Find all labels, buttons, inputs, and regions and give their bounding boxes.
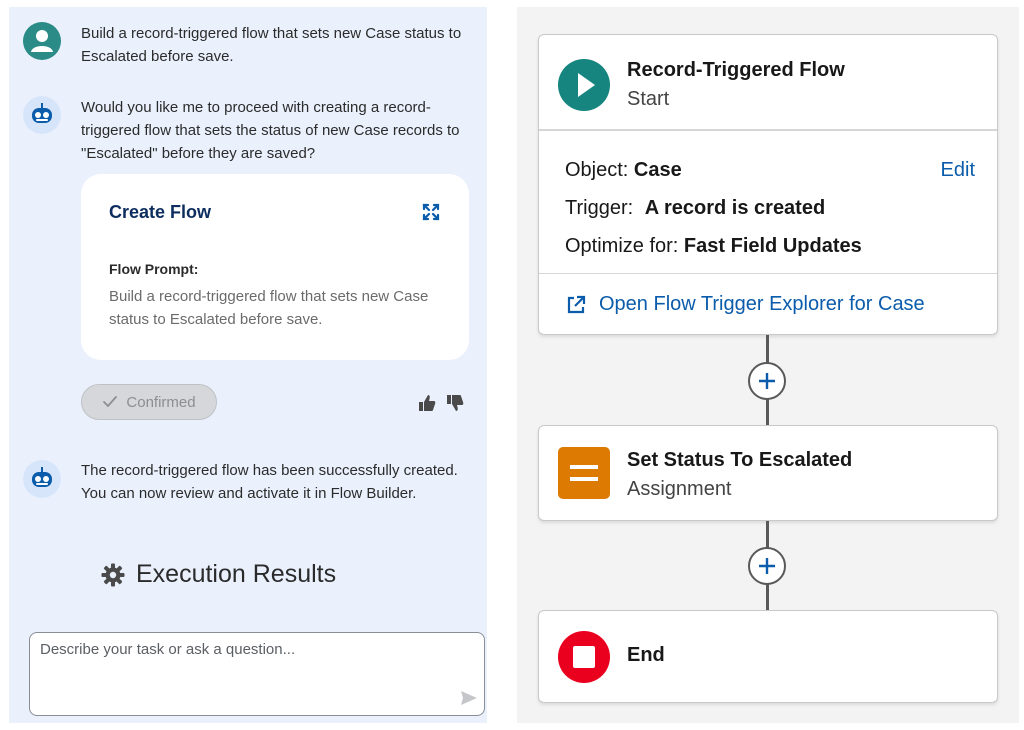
optimize-value: Fast Field Updates [683, 235, 862, 257]
play-icon [558, 59, 610, 111]
plus-icon [759, 373, 775, 389]
user-message-text: Build a record-triggered flow that sets … [81, 25, 462, 65]
edit-link[interactable]: Edit [941, 159, 975, 182]
chat-panel: Build a record-triggered flow that sets … [9, 7, 487, 723]
plus-icon [759, 558, 775, 574]
stop-icon [558, 631, 610, 683]
flow-card-title: Create Flow [109, 202, 212, 222]
check-icon [103, 396, 118, 408]
trigger-value: A record is created [644, 197, 826, 219]
bot-avatar-icon [23, 96, 61, 134]
user-avatar-icon [23, 22, 61, 60]
create-flow-card: Create Flow Flow Prompt: Build a record-… [81, 174, 469, 360]
expand-icon[interactable] [421, 202, 441, 222]
execution-results-header[interactable]: Execution Results [100, 560, 336, 589]
chat-input[interactable] [40, 641, 440, 707]
send-icon[interactable] [460, 689, 478, 707]
gear-icon [101, 563, 125, 586]
flow-prompt-label: Flow Prompt: [109, 261, 199, 277]
object-value: Case [633, 159, 682, 181]
start-node-title: Record-Triggered Flow [627, 59, 845, 81]
bot-result-text: The record-triggered flow has been succe… [81, 462, 458, 502]
trigger-row: Trigger: A record is created [565, 197, 825, 220]
bot-question-text: Would you like me to proceed with creati… [81, 99, 460, 162]
add-element-button[interactable] [748, 547, 786, 585]
assignment-node[interactable]: Set Status To Escalated Assignment [538, 425, 998, 521]
confirmed-button[interactable]: Confirmed [81, 384, 217, 420]
assignment-node-title: Set Status To Escalated [627, 449, 853, 471]
end-node-title: End [627, 644, 665, 666]
flow-canvas: Record-Triggered Flow Start Object: Case… [517, 7, 1019, 723]
thumbs-down-icon[interactable] [445, 393, 465, 413]
object-row: Object: Case [565, 159, 682, 182]
execution-results-title: Execution Results [136, 560, 337, 588]
start-node[interactable]: Record-Triggered Flow Start Object: Case… [538, 34, 998, 335]
explorer-link-label: Open Flow Trigger Explorer for Case [599, 293, 925, 315]
optimize-row: Optimize for: Fast Field Updates [565, 235, 862, 258]
assignment-icon [558, 447, 610, 499]
add-element-button[interactable] [748, 362, 786, 400]
bot-avatar-icon [23, 460, 61, 498]
optimize-label: Optimize for: [565, 235, 679, 257]
thumbs-up-icon[interactable] [417, 393, 437, 413]
start-node-subtitle: Start [627, 88, 670, 110]
assignment-node-subtitle: Assignment [627, 478, 732, 500]
divider [539, 273, 997, 274]
chat-input-box [29, 632, 485, 716]
object-label: Object: [565, 159, 629, 181]
flow-prompt-text: Build a record-triggered flow that sets … [109, 288, 429, 328]
flow-trigger-explorer-link[interactable]: Open Flow Trigger Explorer for Case [565, 293, 925, 316]
end-node[interactable]: End [538, 610, 998, 703]
confirmed-label: Confirmed [126, 393, 196, 411]
external-link-icon [567, 295, 586, 313]
divider [539, 129, 997, 131]
trigger-label: Trigger: [565, 197, 634, 219]
